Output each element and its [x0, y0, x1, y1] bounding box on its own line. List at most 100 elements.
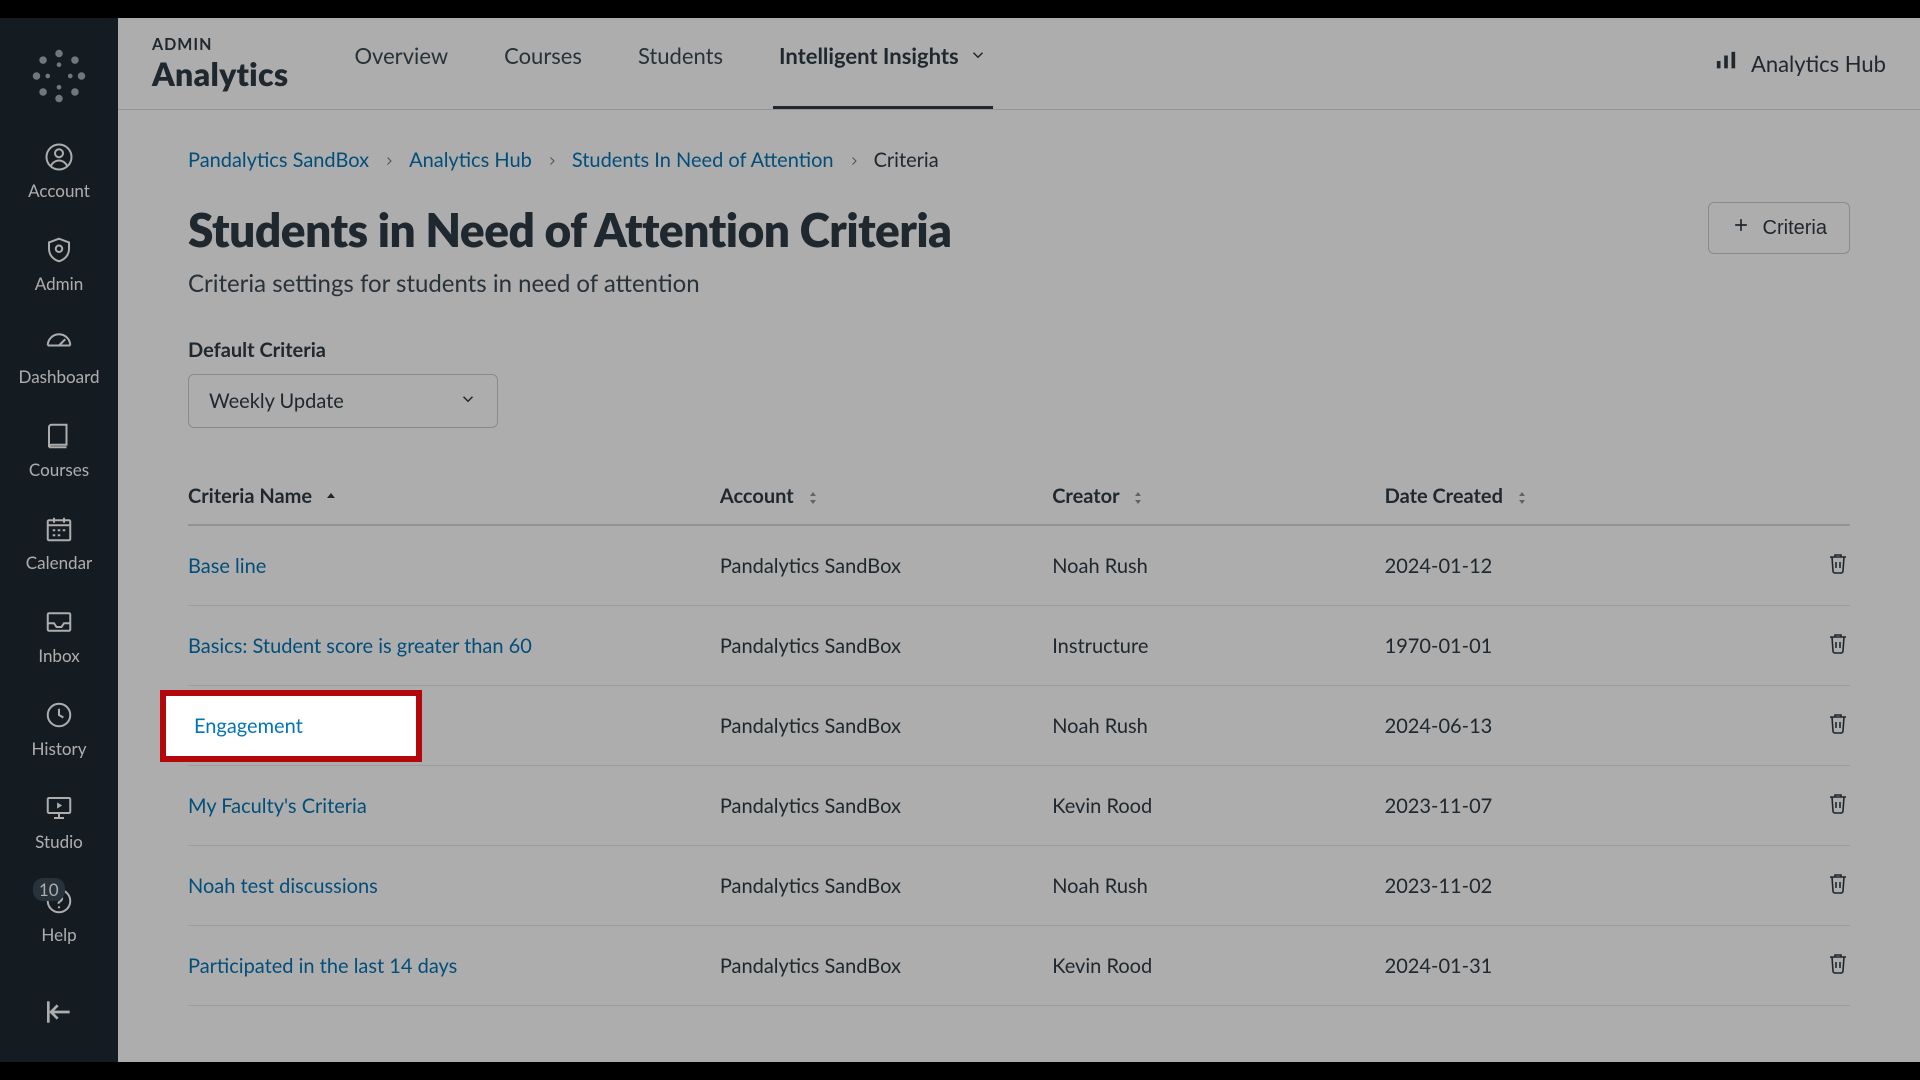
shield-icon	[42, 233, 76, 267]
brand-large: Analytics	[152, 54, 288, 93]
user-circle-icon	[42, 140, 76, 174]
sidebar-item-label: Admin	[35, 273, 83, 294]
trash-icon[interactable]	[1826, 790, 1850, 816]
sidebar-item-account[interactable]: Account	[28, 140, 90, 201]
criteria-name-link[interactable]: Participated in the last 14 days	[188, 954, 457, 978]
add-criteria-button[interactable]: Criteria	[1708, 202, 1850, 254]
cell-date: 2023-11-07	[1385, 766, 1717, 846]
criteria-name-link[interactable]: Noah test discussions	[188, 874, 378, 898]
main-area: ADMIN Analytics Overview Courses Student…	[118, 18, 1920, 1062]
table-row: Basics: Student score is greater than 60…	[188, 606, 1850, 686]
chevron-right-icon	[848, 148, 860, 172]
calendar-icon	[42, 512, 76, 546]
sort-icon	[807, 491, 819, 505]
cell-creator: Kevin Rood	[1052, 926, 1384, 1006]
chevron-down-icon	[969, 42, 987, 69]
gauge-icon	[42, 326, 76, 360]
cell-account: Pandalytics SandBox	[720, 525, 1052, 606]
sidebar-item-calendar[interactable]: Calendar	[26, 512, 92, 573]
chevron-down-icon	[459, 389, 477, 413]
sidebar-item-label: Dashboard	[19, 366, 100, 387]
cell-account: Pandalytics SandBox	[720, 926, 1052, 1006]
trash-icon[interactable]	[1826, 710, 1850, 736]
sidebar-item-label: Studio	[35, 831, 83, 852]
table-row: My Faculty's Criteria Pandalytics SandBox…	[188, 766, 1850, 846]
table-row: Noah test discussionsPandalytics SandBox…	[188, 846, 1850, 926]
col-date-created[interactable]: Date Created	[1385, 468, 1717, 525]
cell-account: Pandalytics SandBox	[720, 686, 1052, 766]
highlight-callout: Engagement	[160, 690, 422, 762]
sidebar-item-inbox[interactable]: Inbox	[38, 605, 79, 666]
global-sidebar: Account Admin Dashboard Courses Calendar…	[0, 18, 118, 1062]
trash-icon[interactable]	[1826, 870, 1850, 896]
default-criteria-label: Default Criteria	[188, 338, 1850, 362]
highlighted-criteria-link[interactable]: Engagement	[194, 714, 303, 738]
sidebar-item-label: History	[32, 738, 87, 759]
page-title: Students in Need of Attention Criteria	[188, 202, 951, 257]
analytics-hub-link[interactable]: Analytics Hub	[1713, 50, 1886, 77]
breadcrumb-link-1[interactable]: Pandalytics SandBox	[188, 148, 369, 172]
sidebar-item-history[interactable]: History	[32, 698, 87, 759]
page-content: Pandalytics SandBox Analytics Hub Studen…	[118, 110, 1920, 1006]
criteria-name-link[interactable]: My Faculty's Criteria	[188, 794, 367, 818]
table-row: Base line Pandalytics SandBoxNoah Rush202…	[188, 525, 1850, 606]
cell-date: 1970-01-01	[1385, 606, 1717, 686]
cell-date: 2023-11-02	[1385, 846, 1717, 926]
sidebar-item-courses[interactable]: Courses	[29, 419, 89, 480]
trash-icon[interactable]	[1826, 630, 1850, 656]
book-icon	[42, 419, 76, 453]
monitor-play-icon	[42, 791, 76, 825]
cell-date: 2024-06-13	[1385, 686, 1717, 766]
cell-creator: Noah Rush	[1052, 846, 1384, 926]
brand-small: ADMIN	[152, 35, 288, 54]
trash-icon[interactable]	[1826, 950, 1850, 976]
breadcrumb-current: Criteria	[874, 148, 939, 172]
sidebar-item-label: Calendar	[26, 552, 92, 573]
table-row: Engagement Pandalytics SandBoxNoah Rush20…	[188, 686, 1850, 766]
tab-overview[interactable]: Overview	[348, 18, 454, 109]
inbox-icon	[42, 605, 76, 639]
criteria-table: Criteria Name Account Creator Date	[188, 468, 1850, 1006]
sidebar-item-studio[interactable]: Studio	[35, 791, 83, 852]
sidebar-item-dashboard[interactable]: Dashboard	[19, 326, 100, 387]
app-logo	[29, 46, 89, 106]
cell-creator: Kevin Rood	[1052, 766, 1384, 846]
sidebar-item-admin[interactable]: Admin	[35, 233, 83, 294]
sidebar-item-help[interactable]: 10 Help	[41, 884, 76, 945]
sidebar-item-label: Help	[41, 924, 76, 945]
select-value: Weekly Update	[209, 389, 344, 413]
tab-students[interactable]: Students	[632, 18, 729, 109]
trash-icon[interactable]	[1826, 550, 1850, 576]
col-account[interactable]: Account	[720, 468, 1052, 525]
cell-creator: Noah Rush	[1052, 525, 1384, 606]
top-bar: ADMIN Analytics Overview Courses Student…	[118, 18, 1920, 110]
tab-courses[interactable]: Courses	[498, 18, 588, 109]
sort-icon	[1132, 491, 1144, 505]
sidebar-item-label: Courses	[29, 459, 89, 480]
bar-chart-icon	[1713, 50, 1739, 77]
criteria-name-link[interactable]: Basics: Student score is greater than 60	[188, 634, 532, 658]
sort-asc-icon	[325, 491, 337, 505]
default-criteria-select[interactable]: Weekly Update	[188, 374, 498, 428]
col-criteria-name[interactable]: Criteria Name	[188, 468, 720, 525]
tab-intelligent-insights[interactable]: Intelligent Insights	[773, 18, 993, 109]
page-subtitle: Criteria settings for students in need o…	[188, 269, 1850, 298]
collapse-sidebar-button[interactable]	[43, 996, 75, 1032]
clock-icon	[42, 698, 76, 732]
help-badge: 10	[33, 878, 65, 901]
cell-account: Pandalytics SandBox	[720, 766, 1052, 846]
breadcrumb-link-2[interactable]: Analytics Hub	[409, 148, 532, 172]
cell-creator: Noah Rush	[1052, 686, 1384, 766]
primary-tabs: Overview Courses Students Intelligent In…	[348, 18, 992, 109]
table-row: Participated in the last 14 days Pandalyt…	[188, 926, 1850, 1006]
cell-date: 2024-01-12	[1385, 525, 1717, 606]
sidebar-item-label: Account	[28, 180, 90, 201]
sort-icon	[1516, 491, 1528, 505]
chevron-right-icon	[546, 148, 558, 172]
criteria-name-link[interactable]: Base line	[188, 554, 266, 578]
cell-date: 2024-01-31	[1385, 926, 1717, 1006]
breadcrumb-link-3[interactable]: Students In Need of Attention	[572, 148, 834, 172]
col-creator[interactable]: Creator	[1052, 468, 1384, 525]
chevron-right-icon	[383, 148, 395, 172]
cell-account: Pandalytics SandBox	[720, 606, 1052, 686]
